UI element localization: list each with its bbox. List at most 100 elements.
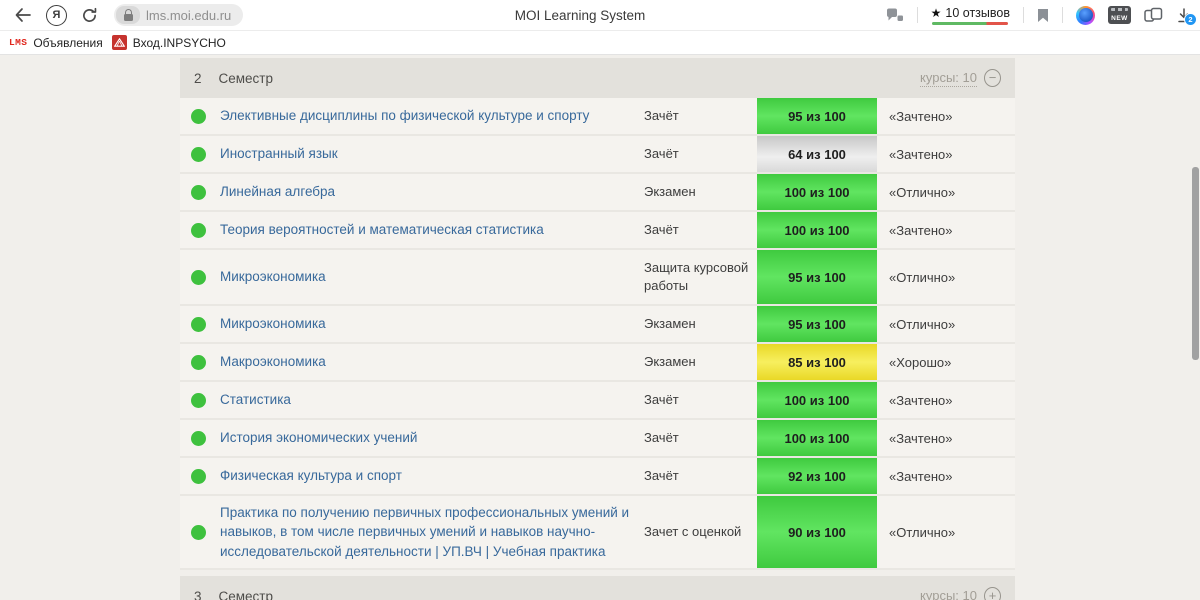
reviews-rating[interactable]: ★ 10 отзывов xyxy=(931,6,1010,25)
toolbar-divider xyxy=(1023,7,1024,23)
grade-text: «Отлично» xyxy=(889,524,956,540)
course-link[interactable]: История экономических учений xyxy=(220,422,644,454)
course-table-body: Элективные дисциплины по физической куль… xyxy=(180,98,1015,570)
semester-3-header: 3 Семестр курсы: 10 + xyxy=(180,576,1015,600)
feedback-tags-icon xyxy=(886,8,903,21)
status-dot-icon xyxy=(191,392,206,408)
grade-text: «Хорошо» xyxy=(889,354,952,370)
status-dot-icon xyxy=(191,222,206,238)
course-row: Микроэкономика Экзамен 95 из 100 «Отличн… xyxy=(180,306,1015,344)
ssl-lock-chip xyxy=(116,6,140,24)
score-cell: 95 из 100 xyxy=(757,250,877,304)
semester-label: Семестр xyxy=(218,70,274,86)
semester-grades-table: 2 Семестр курсы: 10 − Элективные дисципл… xyxy=(180,58,1015,600)
score-cell: 92 из 100 xyxy=(757,458,877,494)
grade-text: «Зачтено» xyxy=(889,146,953,162)
score-cell: 95 из 100 xyxy=(757,306,877,342)
grade-text: «Зачтено» xyxy=(889,108,953,124)
lms-page: 2 Семестр курсы: 10 − Элективные дисципл… xyxy=(0,55,1200,600)
assessment-type: Экзамен xyxy=(644,316,696,332)
semester-number: 3 xyxy=(194,588,202,600)
rating-bar xyxy=(932,21,1009,25)
refresh-icon xyxy=(83,7,97,22)
course-row: История экономических учений Зачёт 100 и… xyxy=(180,420,1015,458)
downloads-button[interactable]: 2 xyxy=(1176,7,1197,26)
course-link[interactable]: Практика по получению первичных професси… xyxy=(220,497,644,568)
course-row: Элективные дисциплины по физической куль… xyxy=(180,98,1015,136)
course-row: Физическая культура и спорт Зачёт 92 из … xyxy=(180,458,1015,496)
inpsycho-favicon xyxy=(111,35,127,50)
refresh-button[interactable] xyxy=(81,7,98,24)
video-new-button[interactable]: NEW xyxy=(1108,5,1131,25)
course-link[interactable]: Микроэкономика xyxy=(220,308,644,340)
feedback-button[interactable] xyxy=(886,7,904,23)
course-link[interactable]: Макроэкономика xyxy=(220,346,644,378)
score-cell: 95 из 100 xyxy=(757,98,877,134)
assessment-type: Зачёт xyxy=(644,108,679,124)
lock-icon xyxy=(123,8,133,21)
score-cell: 100 из 100 xyxy=(757,212,877,248)
bookmarks-bar: LMS Объявления Вход.INPSYCHO xyxy=(0,31,1200,55)
collapse-section-button[interactable]: − xyxy=(984,69,1001,87)
page-title: MOI Learning System xyxy=(514,7,646,23)
status-dot-icon xyxy=(191,354,206,370)
bookmark-announcements[interactable]: LMS Объявления xyxy=(9,36,103,50)
side-panels-button[interactable] xyxy=(1144,7,1163,23)
panels-icon xyxy=(1144,7,1163,22)
course-row: Макроэкономика Экзамен 85 из 100 «Хорошо… xyxy=(180,344,1015,382)
course-link[interactable]: Физическая культура и спорт xyxy=(220,460,644,492)
vertical-scrollbar-thumb[interactable] xyxy=(1192,167,1199,360)
score-cell: 90 из 100 xyxy=(757,496,877,568)
course-link[interactable]: Статистика xyxy=(220,384,644,416)
course-link[interactable]: Линейная алгебра xyxy=(220,176,644,208)
lms-favicon: LMS xyxy=(9,37,28,48)
download-count-badge: 2 xyxy=(1184,12,1197,26)
semester-2-header: 2 Семестр курсы: 10 − xyxy=(180,58,1015,98)
grade-text: «Отлично» xyxy=(889,269,956,285)
browser-protect-icon[interactable] xyxy=(1076,5,1095,25)
grade-text: «Зачтено» xyxy=(889,468,953,484)
course-link[interactable]: Теория вероятностей и математическая ста… xyxy=(220,214,644,246)
assessment-type: Экзамен xyxy=(644,354,696,370)
expand-section-button[interactable]: + xyxy=(984,587,1001,600)
course-link[interactable]: Элективные дисциплины по физической куль… xyxy=(220,100,644,132)
assessment-type: Зачёт xyxy=(644,222,679,238)
assessment-type: Зачёт xyxy=(644,146,679,162)
score-cell: 100 из 100 xyxy=(757,420,877,456)
bookmark-inpsycho[interactable]: Вход.INPSYCHO xyxy=(111,35,226,50)
status-dot-icon xyxy=(191,146,206,162)
course-row: Линейная алгебра Экзамен 100 из 100 «Отл… xyxy=(180,174,1015,212)
bookmark-icon xyxy=(1038,8,1048,22)
reviews-count-label: 10 отзывов xyxy=(945,5,1010,20)
semester-label: Семестр xyxy=(218,588,274,600)
course-link[interactable]: Иностранный язык xyxy=(220,138,644,170)
semester-number: 2 xyxy=(194,70,202,86)
assessment-type: Зачёт xyxy=(644,430,679,446)
courses-count-link[interactable]: курсы: 10 xyxy=(920,588,977,600)
bookmark-button[interactable] xyxy=(1037,8,1049,23)
grade-text: «Зачтено» xyxy=(889,430,953,446)
grade-text: «Зачтено» xyxy=(889,392,953,408)
status-dot-icon xyxy=(191,468,206,484)
address-bar[interactable]: lms.moi.edu.ru xyxy=(114,4,244,26)
assessment-type: Экзамен xyxy=(644,184,696,200)
assessment-type: Защита курсовой работы xyxy=(644,260,749,293)
assessment-type: Зачёт xyxy=(644,468,679,484)
toolbar-divider xyxy=(916,7,918,23)
grade-text: «Отлично» xyxy=(889,316,956,332)
star-icon: ★ xyxy=(930,5,942,20)
yandex-logo-icon[interactable]: Я xyxy=(46,4,67,26)
course-row: Микроэкономика Защита курсовой работы 95… xyxy=(180,250,1015,306)
assessment-type: Зачёт xyxy=(644,392,679,408)
back-button[interactable] xyxy=(14,7,32,23)
status-dot-icon xyxy=(191,108,206,124)
course-row: Статистика Зачёт 100 из 100 «Зачтено» xyxy=(180,382,1015,420)
courses-count-link[interactable]: курсы: 10 xyxy=(920,70,977,87)
toolbar-divider xyxy=(1062,7,1063,23)
bookmark-label: Вход.INPSYCHO xyxy=(132,35,226,50)
grade-text: «Зачтено» xyxy=(889,222,953,238)
status-dot-icon xyxy=(191,184,206,200)
course-link[interactable]: Микроэкономика xyxy=(220,261,644,293)
status-dot-icon xyxy=(191,269,206,285)
status-dot-icon xyxy=(191,316,206,332)
